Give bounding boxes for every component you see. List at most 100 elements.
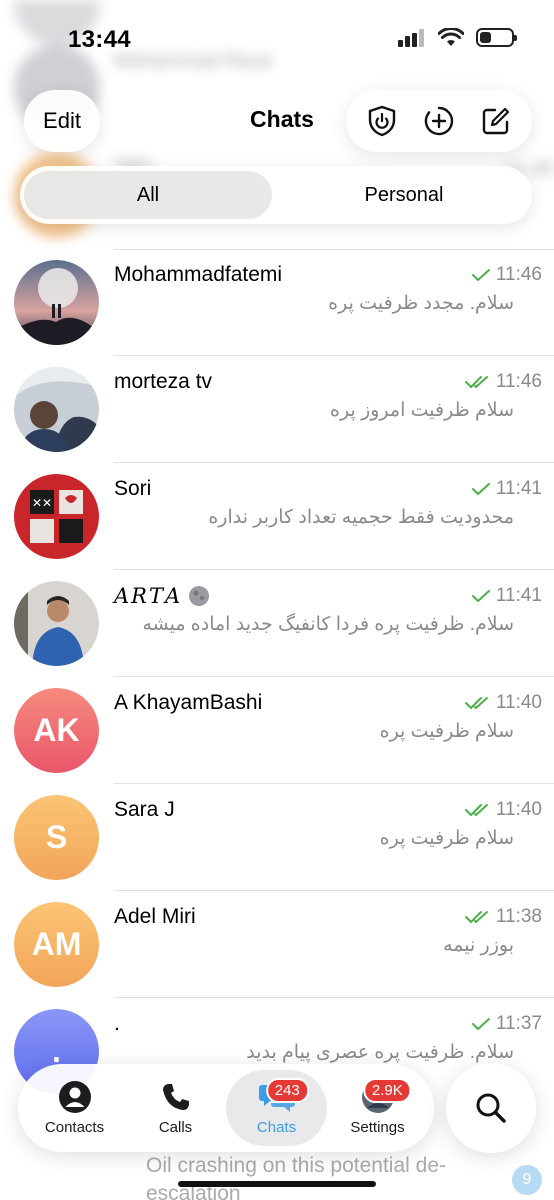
ghost-preview: Oil crashing on this potential de-escala…	[146, 1152, 476, 1200]
battery-icon	[476, 28, 517, 47]
chat-preview-text: سلام. ظرفیت پره عصری پیام بدید	[246, 1042, 514, 1063]
chat-name: .	[114, 1012, 120, 1035]
proxy-shield-button[interactable]	[362, 101, 402, 141]
chat-preview: سلام. ظرفیت پره فردا کانفیگ جدید اماده م…	[114, 613, 514, 636]
chat-time: 11:46	[495, 264, 542, 285]
avatar-photo-man-wave	[14, 367, 99, 452]
chat-time: 11:37	[495, 1013, 542, 1034]
chat-time: 11:41	[495, 585, 542, 606]
chat-time: 11:40	[495, 799, 542, 820]
chat-time: 11:46	[495, 371, 542, 392]
avatar: S	[14, 795, 99, 880]
search-button[interactable]	[446, 1063, 536, 1153]
chat-time: 11:41	[495, 478, 542, 499]
chat-name-text: 𝐴𝑅𝑇𝐴	[114, 584, 183, 608]
moon-emoji-icon	[189, 586, 210, 606]
avatar	[14, 260, 99, 345]
chat-preview-text: محدودیت فقط حجمیه تعداد کاربر نداره	[208, 507, 514, 528]
single-check-icon	[471, 483, 490, 495]
svg-text:✕✕: ✕✕	[32, 496, 52, 510]
chat-preview-text: سلام. مجدد ظرفیت پره	[328, 293, 514, 314]
tab-chats[interactable]: Chats 243	[226, 1070, 327, 1146]
chat-meta: 11:46	[471, 264, 542, 286]
add-story-icon	[424, 106, 454, 136]
divider	[114, 249, 554, 250]
ghost-preview-text: Oil crashing on this potential de-escala…	[146, 1154, 446, 1200]
compose-icon	[482, 107, 509, 135]
chat-row[interactable]: AM Adel Miri بوزر نیمه 11:38	[0, 891, 554, 998]
chat-meta: 11:37	[471, 1013, 542, 1035]
tab-calls[interactable]: Calls	[125, 1070, 226, 1146]
tab-bar: Contacts Calls Chats 243 Settings 2.9K	[18, 1064, 434, 1152]
compose-button[interactable]	[476, 101, 516, 141]
tab-label: Chats	[256, 1119, 297, 1136]
tab-personal[interactable]: Personal	[280, 171, 528, 219]
chat-name: morteza tv	[114, 370, 213, 393]
chat-preview: سلام. ظرفیت پره عصری پیام بدید	[114, 1041, 514, 1064]
chat-name: 𝐴𝑅𝑇𝐴	[114, 584, 210, 608]
calls-icon-wrap	[161, 1079, 191, 1115]
single-check-icon	[471, 269, 490, 281]
avatar	[14, 367, 99, 452]
tab-all[interactable]: All	[24, 171, 272, 219]
chat-preview-text: سلام ظرفیت امروز پره	[330, 400, 514, 421]
chat-name: A KhayamBashi	[114, 691, 263, 714]
chat-name: Adel Miri	[114, 905, 196, 928]
unread-badge: 243	[265, 1078, 309, 1103]
chat-filter-tabs: All Personal	[20, 166, 532, 224]
avatar: AM	[14, 902, 99, 987]
chat-preview: سلام ظرفیت پره	[114, 720, 514, 743]
avatar: AK	[14, 688, 99, 773]
status-bar: 13:44	[0, 0, 554, 80]
tab-label: Contacts	[44, 1119, 105, 1136]
chat-preview-text: بوزر نیمه	[443, 935, 514, 956]
battery-fill	[480, 32, 491, 43]
tab-contacts[interactable]: Contacts	[24, 1070, 125, 1146]
home-indicator	[178, 1181, 376, 1187]
tab-label: Settings	[350, 1119, 405, 1136]
chat-meta: 11:41	[471, 478, 542, 500]
shield-icon	[369, 105, 396, 137]
avatar-photo-collage: ✕✕	[14, 474, 99, 559]
double-check-icon	[464, 911, 488, 923]
chat-list: Mohammadfatemi سلام. مجدد ظرفیت پره 11:4…	[0, 249, 554, 1105]
single-check-icon	[471, 590, 490, 602]
double-check-icon	[464, 804, 488, 816]
chat-row[interactable]: ✕✕ Sori محدودیت فقط حجمیه تعداد کاربر ند…	[0, 463, 554, 570]
chat-row[interactable]: Mohammadfatemi سلام. مجدد ظرفیت پره 11:4…	[0, 249, 554, 356]
chat-name: Sara J	[114, 798, 175, 821]
contacts-icon-wrap	[58, 1079, 92, 1115]
status-icons	[398, 28, 517, 47]
chat-row[interactable]: 𝐴𝑅𝑇𝐴 سلام. ظرفیت پره فردا کانفیگ جدید ام…	[0, 570, 554, 677]
chat-preview-text: سلام ظرفیت پره	[379, 721, 514, 742]
chat-preview-text: سلام ظرفیت پره	[379, 828, 514, 849]
chat-meta: 11:38	[464, 906, 542, 928]
avatar-photo-man-mirror	[14, 581, 99, 666]
tab-label: Calls	[158, 1119, 193, 1136]
cellular-signal-icon	[398, 28, 424, 47]
top-navigation: Edit Chats	[0, 90, 554, 152]
new-story-button[interactable]	[419, 101, 459, 141]
chat-row[interactable]: S Sara J سلام ظرفیت پره 11:40	[0, 784, 554, 891]
avatar	[14, 581, 99, 666]
tab-settings[interactable]: Settings 2.9K	[327, 1070, 428, 1146]
avatar: ✕✕	[14, 474, 99, 559]
chat-row[interactable]: AK A KhayamBashi سلام ظرفیت پره 11:40	[0, 677, 554, 784]
contacts-icon	[58, 1081, 91, 1113]
avatar-initials: AM	[31, 926, 82, 962]
settings-badge: 2.9K	[362, 1078, 412, 1103]
avatar-initials: S	[45, 819, 68, 855]
chat-preview: سلام. مجدد ظرفیت پره	[114, 292, 514, 315]
double-check-icon	[464, 697, 488, 709]
chat-meta: 11:40	[464, 692, 542, 714]
double-check-icon	[464, 376, 488, 388]
phone-icon	[162, 1084, 189, 1110]
avatar-initials: AK	[33, 712, 80, 748]
status-time: 13:44	[68, 26, 131, 53]
avatar-photo-moon-couple	[14, 260, 99, 345]
chat-preview-text: سلام. ظرفیت پره فردا کانفیگ جدید اماده م…	[142, 614, 514, 635]
chat-time: 11:40	[495, 692, 542, 713]
chat-name: Mohammadfatemi	[114, 263, 283, 286]
chat-preview: بوزر نیمه	[114, 934, 514, 957]
chat-row[interactable]: morteza tv سلام ظرفیت امروز پره 11:46	[0, 356, 554, 463]
